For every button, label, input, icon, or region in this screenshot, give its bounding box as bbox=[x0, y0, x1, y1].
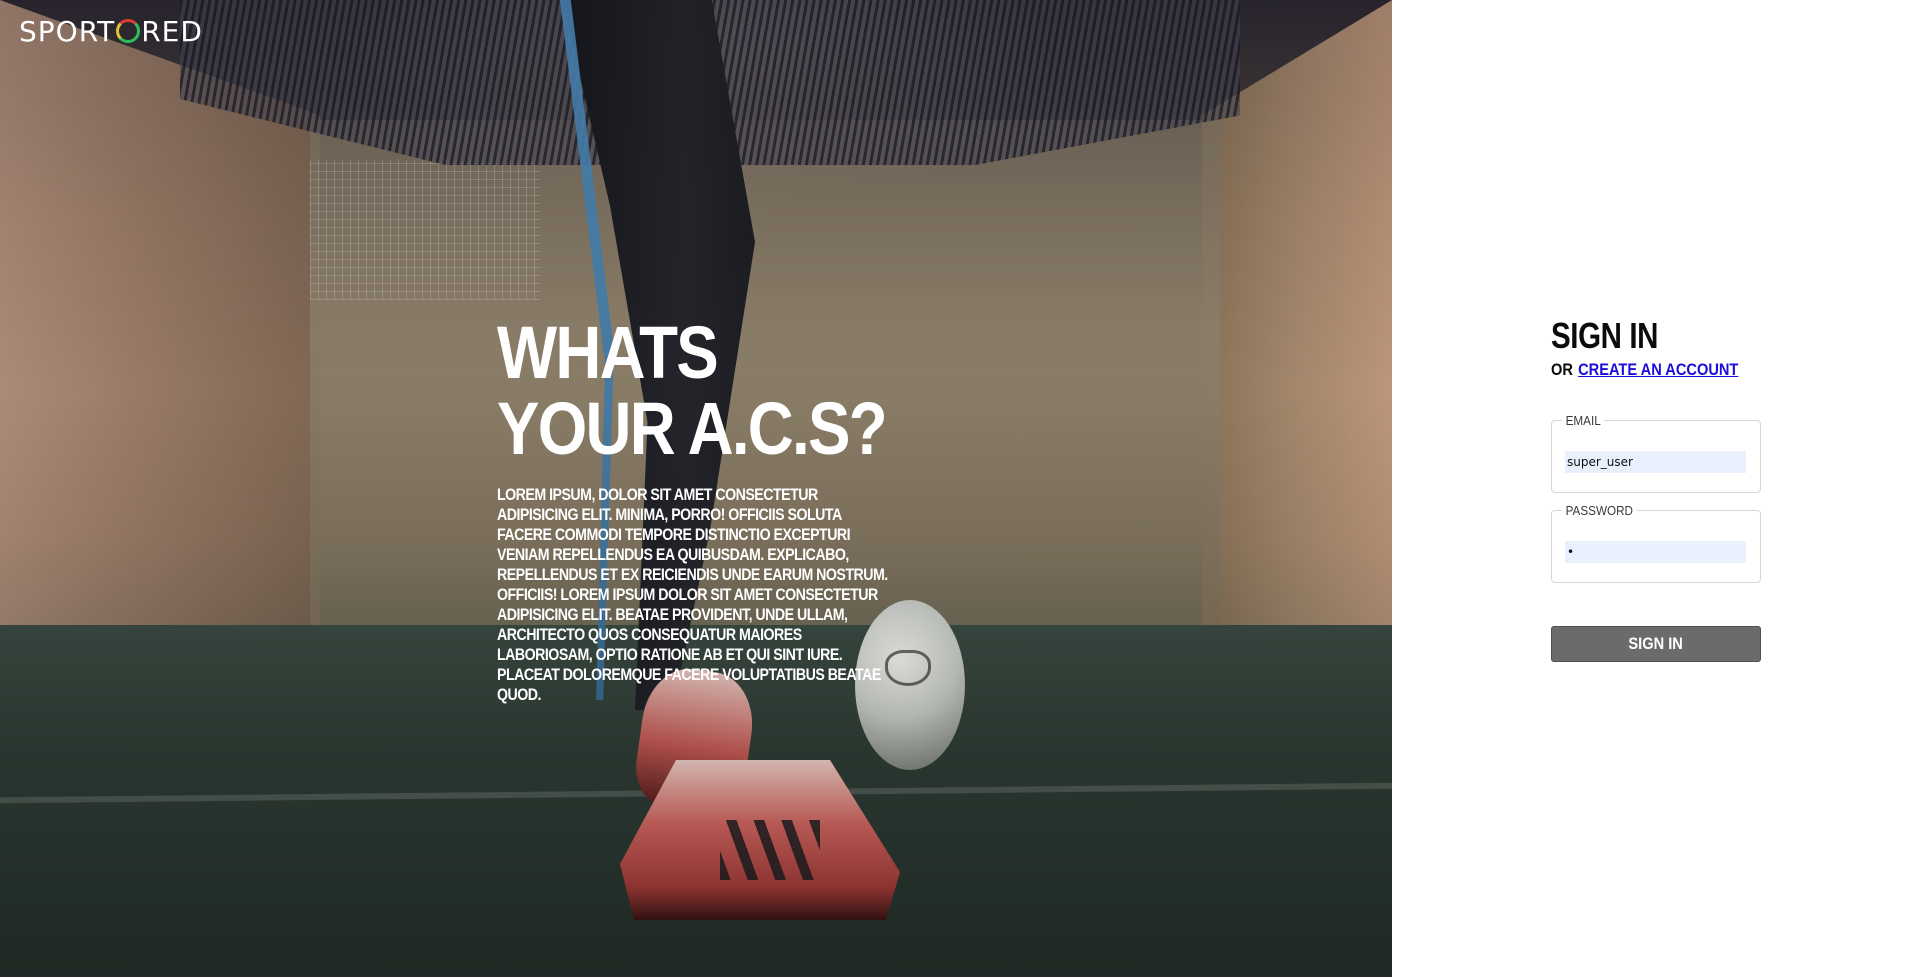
email-input[interactable] bbox=[1565, 451, 1746, 473]
email-field-group: EMAIL bbox=[1551, 413, 1761, 493]
signin-subtitle: OR CREATE AN ACCOUNT bbox=[1551, 358, 1738, 382]
signin-header: SIGN IN OR CREATE AN ACCOUNT bbox=[1551, 316, 1761, 382]
password-field-group: PASSWORD bbox=[1551, 503, 1761, 583]
email-label: EMAIL bbox=[1562, 413, 1605, 428]
logo-text-start: SPORT bbox=[19, 14, 116, 48]
password-label: PASSWORD bbox=[1562, 503, 1637, 518]
brand-logo[interactable]: SPORT RED bbox=[19, 14, 203, 48]
logo-ring-icon bbox=[116, 19, 141, 43]
hero-body-text: LOREM IPSUM, DOLOR SIT AMET CONSECTETUR … bbox=[497, 486, 888, 704]
password-input[interactable] bbox=[1565, 541, 1746, 563]
signin-button-label: SIGN IN bbox=[1628, 634, 1684, 653]
signin-title: SIGN IN bbox=[1551, 315, 1659, 356]
hero-copy: WHATS YOUR A.C.S? LOREM IPSUM, DOLOR SIT… bbox=[497, 315, 897, 705]
or-text: OR bbox=[1551, 360, 1573, 379]
hero-title: WHATS YOUR A.C.S? bbox=[497, 311, 888, 470]
signin-button[interactable]: SIGN IN bbox=[1551, 626, 1761, 662]
create-account-link[interactable]: CREATE AN ACCOUNT bbox=[1578, 360, 1738, 380]
logo-text-end: RED bbox=[141, 14, 203, 48]
